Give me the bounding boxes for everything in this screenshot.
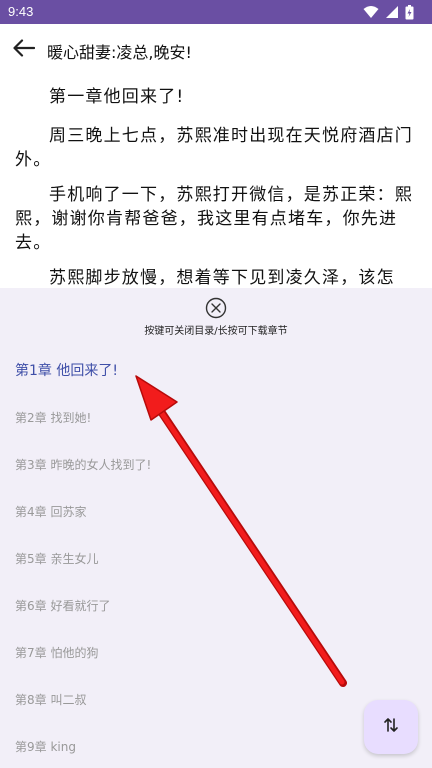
- toc-chapter-item[interactable]: 第5章 亲生女儿: [15, 550, 98, 567]
- toc-chapter-item[interactable]: 第6章 好看就行了: [15, 597, 110, 614]
- paragraph: 手机响了一下，苏熙打开微信，是苏正荣：熙熙，谢谢你肯帮爸爸，我这里有点堵车，你先…: [15, 185, 413, 253]
- status-time: 9:43: [8, 4, 34, 19]
- toc-chapter-item[interactable]: 第3章 昨晚的女人找到了!: [15, 456, 151, 473]
- paragraph: 周三晚上七点，苏熙准时出现在天悦府酒店门外。: [15, 126, 413, 170]
- close-circle-icon: [205, 297, 227, 323]
- back-button[interactable]: [10, 36, 38, 64]
- toc-chapter-item[interactable]: 第4章 回苏家: [15, 503, 86, 520]
- book-title: 暖心甜妻:凌总,晚安!: [47, 43, 192, 62]
- status-bar: 9:43: [0, 0, 432, 24]
- toc-chapter-item[interactable]: 第7章 怕他的狗: [15, 644, 98, 661]
- paragraph: 苏熙脚步放慢，想着等下见到凌久泽，该怎: [49, 268, 395, 288]
- toc-chapter-item[interactable]: 第2章 找到她!: [15, 409, 91, 426]
- toc-chapter-item[interactable]: 第8章 叫二叔: [15, 691, 86, 708]
- sort-fab-button[interactable]: [364, 700, 418, 754]
- battery-icon: [405, 4, 414, 20]
- app-bar: 暖心甜妻:凌总,晚安!: [0, 24, 432, 76]
- chapter-heading: 第一章他回来了!: [49, 87, 185, 107]
- cell-signal-icon: [385, 5, 399, 19]
- wifi-icon: [363, 5, 379, 19]
- toc-hint: 按键可关闭目录/长按可下载章节: [144, 326, 288, 337]
- toc-chapter-item[interactable]: 第9章 king: [15, 738, 76, 755]
- toc-close-button[interactable]: [205, 297, 227, 319]
- arrow-left-icon: [13, 39, 36, 61]
- status-icons: [363, 4, 414, 20]
- sort-swap-icon: [383, 717, 399, 737]
- reader-content[interactable]: 第一章他回来了! 周三晚上七点，苏熙准时出现在天悦府酒店门外。 手机响了一下，苏…: [0, 76, 432, 288]
- toc-chapter-item-active[interactable]: 第1章 他回来了!: [15, 360, 118, 380]
